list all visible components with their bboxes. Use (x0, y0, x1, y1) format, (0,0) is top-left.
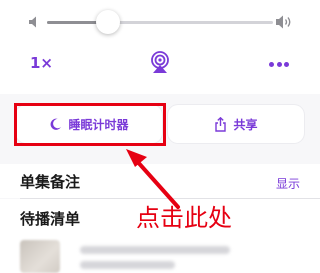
annotation-text: 点击此处 (136, 204, 232, 232)
